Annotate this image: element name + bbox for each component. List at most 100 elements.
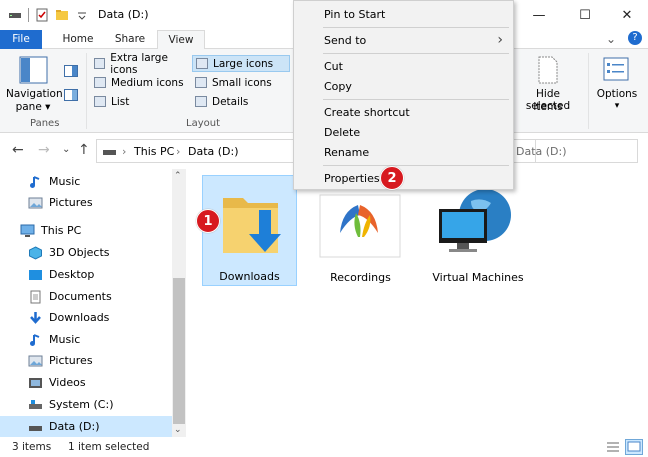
hide-selected-items-button[interactable]: Hide selected items (514, 52, 582, 116)
properties-icon[interactable] (35, 8, 49, 22)
menu-item-pin-to-start[interactable]: Pin to Start (295, 4, 513, 25)
scroll-up-icon[interactable]: ⌃ (174, 171, 182, 181)
help-icon[interactable]: ? (628, 31, 642, 45)
context-menu: Pin to Start Send to › Cut Copy Create s… (293, 0, 514, 190)
folder-recordings[interactable]: Recordings (313, 175, 408, 286)
layout-list[interactable]: List (94, 93, 192, 110)
sidebar-item-label: Desktop (49, 268, 95, 281)
system-drive-icon (28, 398, 43, 412)
search-input[interactable]: Data (D:) (510, 139, 638, 163)
drive-icon (8, 8, 22, 22)
menu-item-rename[interactable]: Rename (295, 142, 513, 163)
sidebar-item-label: Videos (49, 376, 86, 389)
desktop-icon (28, 268, 43, 282)
music-icon (28, 333, 43, 347)
chevron-down-icon[interactable]: ⌄ (606, 32, 616, 46)
sidebar-item-label: Data (D:) (49, 420, 100, 433)
virtual-machines-folder-icon (439, 189, 511, 252)
sidebar-item-system-c[interactable]: System (C:) (28, 394, 172, 415)
forward-arrow-icon[interactable]: → (38, 142, 50, 158)
menu-item-create-shortcut[interactable]: Create shortcut (295, 102, 513, 123)
computer-icon (20, 224, 35, 238)
menu-item-delete[interactable]: Delete (295, 122, 513, 143)
options-label: Options (596, 88, 638, 100)
breadcrumb-data-d[interactable]: Data (D:) (188, 145, 239, 158)
recent-locations-icon[interactable]: ⌄ (62, 144, 70, 155)
scroll-down-icon[interactable]: ⌄ (174, 425, 182, 435)
layout-extra-large-icons[interactable]: Extra large icons (94, 52, 192, 76)
customize-toolbar-icon[interactable] (75, 8, 89, 22)
pictures-icon (28, 196, 43, 210)
menu-item-send-to[interactable]: Send to › (295, 30, 513, 51)
tab-view[interactable]: View (157, 30, 205, 50)
drive-icon (103, 150, 116, 155)
layout-details[interactable]: Details (195, 93, 290, 110)
layout-medium-icons[interactable]: Medium icons (94, 74, 192, 91)
menu-item-properties[interactable]: Properties (295, 168, 513, 189)
folder-label: Downloads (219, 270, 280, 283)
sidebar-item-this-pc[interactable]: This PC (20, 220, 172, 241)
breadcrumb-this-pc[interactable]: This PC (134, 145, 174, 158)
sidebar-item-documents[interactable]: Documents (28, 286, 172, 307)
folder-label: Virtual Machines (432, 271, 524, 284)
sidebar-item-label: Music (49, 175, 81, 188)
status-bar: 3 items 1 item selected (0, 437, 648, 457)
sidebar-item-music[interactable]: Music (28, 329, 172, 350)
sidebar-item-label: System (C:) (49, 398, 114, 411)
navigation-pane-button[interactable]: Navigation pane ▾ (6, 52, 63, 116)
sidebar-item-downloads[interactable]: Downloads (28, 307, 172, 328)
folder-downloads[interactable]: Downloads (202, 175, 297, 286)
layout-group-label: Layout (186, 118, 220, 129)
large-icons-icon (196, 58, 208, 69)
tab-file[interactable]: File (0, 30, 42, 49)
layout-small-icons[interactable]: Small icons (195, 74, 290, 91)
scrollbar-thumb[interactable] (173, 278, 185, 424)
quick-access-toolbar (0, 8, 89, 22)
sidebar-item-videos[interactable]: Videos (28, 372, 172, 393)
sidebar-item-pictures[interactable]: Pictures (28, 350, 172, 371)
sidebar-item-data-d[interactable]: Data (D:) (0, 416, 172, 437)
sidebar-item-desktop[interactable]: Desktop (28, 264, 172, 285)
breadcrumb-separator: › (122, 145, 127, 158)
sidebar-item-label: Pictures (49, 196, 93, 209)
step-badge-2: 2 (380, 166, 404, 190)
preview-pane-icon[interactable] (64, 65, 78, 77)
folder-virtual-machines[interactable]: Virtual Machines (423, 175, 533, 286)
file-list: Downloads Recordings Virtual Machines (186, 169, 648, 437)
options-icon (603, 57, 629, 81)
hide-selected-label-2: items (533, 101, 563, 113)
videos-icon (28, 376, 43, 390)
downloads-icon (28, 311, 43, 325)
large-icons-view-icon[interactable] (625, 439, 643, 455)
options-dropdown-arrow: ▾ (614, 101, 620, 111)
menu-separator (323, 99, 509, 100)
new-folder-icon[interactable] (55, 8, 69, 22)
back-arrow-icon[interactable]: ← (12, 142, 24, 158)
sidebar-item-label: 3D Objects (49, 246, 110, 259)
tab-share[interactable]: Share (104, 30, 156, 49)
menu-separator (323, 53, 509, 54)
layout-item-label: Extra large icons (110, 51, 168, 76)
drive-icon (28, 420, 43, 434)
submenu-arrow-icon: › (497, 32, 503, 48)
menu-item-cut[interactable]: Cut (295, 56, 513, 77)
medium-icons-icon (94, 77, 106, 88)
sidebar-item-pictures[interactable]: Pictures (28, 192, 172, 213)
up-arrow-icon[interactable]: ↑ (78, 142, 90, 158)
sidebar-item-music[interactable]: Music (28, 171, 172, 192)
details-pane-icon[interactable] (64, 89, 78, 101)
close-button[interactable]: ✕ (604, 0, 648, 30)
options-button[interactable]: Options ▾ (592, 52, 642, 116)
sidebar-item-3d-objects[interactable]: 3D Objects (28, 242, 172, 263)
sidebar-item-label: Pictures (49, 354, 93, 367)
minimize-button[interactable]: — (516, 0, 562, 30)
layout-large-icons[interactable]: Large icons (192, 55, 290, 72)
navigation-pane-label: Navigation (6, 88, 63, 100)
sidebar-item-label: This PC (41, 224, 82, 237)
details-view-icon[interactable] (606, 440, 620, 454)
maximize-button[interactable]: ☐ (562, 0, 608, 30)
toolbar-divider (28, 8, 29, 22)
menu-item-copy[interactable]: Copy (295, 76, 513, 97)
search-placeholder: Data (D:) (516, 145, 567, 158)
tab-home[interactable]: Home (52, 30, 104, 49)
